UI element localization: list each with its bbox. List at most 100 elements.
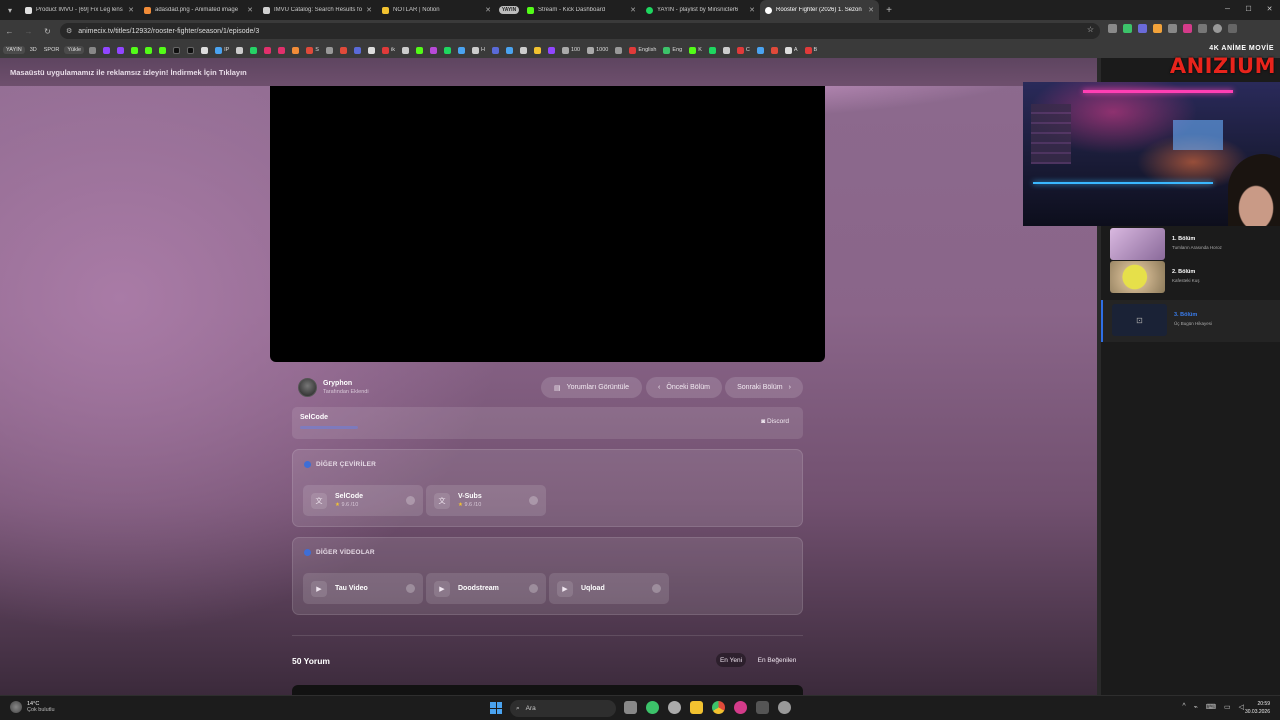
bookmark-item[interactable]: H bbox=[470, 46, 487, 55]
bookmark-item[interactable] bbox=[428, 46, 439, 55]
settings-icon[interactable] bbox=[668, 701, 681, 714]
tab-search-icon[interactable]: ▾ bbox=[0, 0, 20, 20]
forward-icon[interactable]: → bbox=[19, 27, 38, 36]
address-bar[interactable]: ⚙ animecix.tv/titles/12932/rooster-fight… bbox=[60, 23, 1100, 39]
video-player[interactable] bbox=[270, 86, 825, 362]
close-icon[interactable]: ✕ bbox=[128, 6, 134, 14]
language-icon[interactable]: ⌨ bbox=[1206, 703, 1216, 711]
bookmark-item[interactable] bbox=[414, 46, 425, 55]
bookmark-item[interactable] bbox=[87, 46, 98, 55]
previous-episode-button[interactable]: ‹ Önceki Bölüm bbox=[646, 377, 722, 398]
bookmark-item[interactable] bbox=[755, 46, 766, 55]
fansub-name[interactable]: SelCode bbox=[300, 414, 328, 421]
site-info-icon[interactable]: ⚙ bbox=[66, 27, 72, 35]
bookmark-folder[interactable]: 3D bbox=[28, 46, 39, 54]
bookmark-item[interactable] bbox=[115, 46, 126, 55]
bookmark-item[interactable] bbox=[721, 46, 732, 55]
discord-button[interactable]: ◙ Discord bbox=[761, 418, 789, 425]
translation-option-vsubs[interactable]: 文 V-Subs ★ 9.6 /10 bbox=[426, 485, 546, 516]
bookmark-item[interactable] bbox=[234, 46, 245, 55]
bookmark-folder[interactable]: Yükle bbox=[64, 46, 85, 54]
tab-group-yayin[interactable]: YAYIN bbox=[496, 0, 522, 20]
bookmark-item[interactable]: ik bbox=[380, 46, 397, 55]
bookmark-item[interactable] bbox=[276, 46, 287, 55]
video-source-uqload[interactable]: ▶ Uqload bbox=[549, 573, 669, 604]
bookmark-item[interactable] bbox=[248, 46, 259, 55]
bookmark-item[interactable] bbox=[707, 46, 718, 55]
file-explorer-icon[interactable] bbox=[690, 701, 703, 714]
next-episode-button[interactable]: Sonraki Bölüm › bbox=[725, 377, 803, 398]
menu-icon[interactable] bbox=[1228, 24, 1237, 33]
chevron-up-icon[interactable]: ^ bbox=[1182, 703, 1185, 711]
taskbar-search[interactable]: ⌕ Ara bbox=[510, 700, 616, 717]
bookmark-item[interactable] bbox=[171, 46, 182, 55]
task-view-icon[interactable] bbox=[624, 701, 637, 714]
bookmark-item[interactable]: English bbox=[627, 46, 658, 55]
video-source-doodstream[interactable]: ▶ Doodstream bbox=[426, 573, 546, 604]
chrome-icon[interactable] bbox=[712, 701, 725, 714]
bookmark-item[interactable] bbox=[262, 46, 273, 55]
weather-widget[interactable]: 14°C Çok bulutlu bbox=[10, 701, 55, 713]
bookmark-star-icon[interactable]: ☆ bbox=[1087, 25, 1094, 34]
tab-2[interactable]: adasdad.png - Animated image ✕ bbox=[139, 0, 258, 20]
tab-6[interactable]: YAYIN - playlist by Minsnicter6 ✕ bbox=[641, 0, 760, 20]
new-tab-button[interactable]: + bbox=[879, 5, 899, 16]
extension-icon[interactable] bbox=[1153, 24, 1162, 33]
episode-item[interactable]: 2. Bölüm Kafesteki Kuş bbox=[1101, 257, 1280, 299]
bookmark-item[interactable] bbox=[769, 46, 780, 55]
bookmark-item[interactable] bbox=[199, 46, 210, 55]
close-icon[interactable]: ✕ bbox=[868, 6, 874, 14]
view-comments-button[interactable]: ▤ Yorumları Görüntüle bbox=[541, 377, 642, 398]
xbox-icon[interactable] bbox=[646, 701, 659, 714]
app-icon[interactable] bbox=[734, 701, 747, 714]
episode-item-current[interactable]: ⊡ 3. Bölüm Üç Bugün Hikayesi bbox=[1101, 300, 1280, 342]
maximize-icon[interactable]: ☐ bbox=[1238, 0, 1259, 20]
bookmark-item[interactable] bbox=[352, 46, 363, 55]
bookmark-item[interactable] bbox=[129, 46, 140, 55]
bookmark-item[interactable] bbox=[338, 46, 349, 55]
bookmark-item[interactable]: 100 bbox=[560, 46, 582, 55]
avatar[interactable] bbox=[298, 378, 317, 397]
tab-5[interactable]: Stream - Kick Dashboard ✕ bbox=[522, 0, 641, 20]
close-icon[interactable]: ✕ bbox=[247, 6, 253, 14]
bookmark-item[interactable] bbox=[613, 46, 624, 55]
radio-button[interactable] bbox=[406, 584, 415, 593]
clock[interactable]: 20:59 30.03.2026 bbox=[1245, 700, 1270, 716]
bookmark-item[interactable] bbox=[518, 46, 529, 55]
bookmark-item[interactable]: Eng bbox=[661, 46, 684, 55]
bookmark-item[interactable] bbox=[290, 46, 301, 55]
bookmark-item[interactable]: 1000 bbox=[585, 46, 610, 55]
tab-7-active[interactable]: Rooster Fighter (2026) 1. Sezon ✕ bbox=[760, 0, 879, 20]
bookmark-item[interactable]: A bbox=[783, 46, 800, 55]
extension-icon[interactable] bbox=[1183, 24, 1192, 33]
extension-icon[interactable] bbox=[1108, 24, 1117, 33]
bookmark-item[interactable] bbox=[185, 46, 196, 55]
bookmark-item[interactable] bbox=[143, 46, 154, 55]
start-button[interactable] bbox=[490, 702, 502, 714]
extension-icon[interactable] bbox=[1138, 24, 1147, 33]
bookmark-item[interactable] bbox=[504, 46, 515, 55]
fansub-link-underline[interactable] bbox=[300, 426, 358, 429]
sort-most-liked-button[interactable]: En Beğenilen bbox=[752, 653, 802, 667]
volume-icon[interactable]: ◁ bbox=[1239, 703, 1244, 711]
bookmark-folder[interactable]: SPOR bbox=[42, 46, 62, 54]
usb-icon[interactable]: ⌁ bbox=[1194, 703, 1198, 711]
close-icon[interactable]: ✕ bbox=[749, 6, 755, 14]
bookmark-item[interactable] bbox=[490, 46, 501, 55]
ad-banner[interactable]: Masaüstü uygulamamız ile reklamsız izley… bbox=[0, 58, 1097, 86]
bookmark-folder[interactable]: YAYIN bbox=[3, 46, 25, 54]
radio-button[interactable] bbox=[529, 496, 538, 505]
bookmark-item[interactable] bbox=[456, 46, 467, 55]
comment-input-box[interactable] bbox=[292, 685, 803, 695]
reload-icon[interactable]: ↻ bbox=[38, 27, 57, 36]
radio-button[interactable] bbox=[529, 584, 538, 593]
bookmark-item[interactable]: K bbox=[687, 46, 704, 55]
close-window-icon[interactable]: ✕ bbox=[1259, 0, 1280, 20]
bookmark-item[interactable]: B bbox=[803, 46, 820, 55]
bookmark-item[interactable] bbox=[324, 46, 335, 55]
video-source-tau[interactable]: ▶ Tau Video bbox=[303, 573, 423, 604]
terminal-icon[interactable] bbox=[756, 701, 769, 714]
minimize-icon[interactable]: ─ bbox=[1217, 0, 1238, 20]
bookmark-item[interactable] bbox=[546, 46, 557, 55]
radio-button[interactable] bbox=[652, 584, 661, 593]
